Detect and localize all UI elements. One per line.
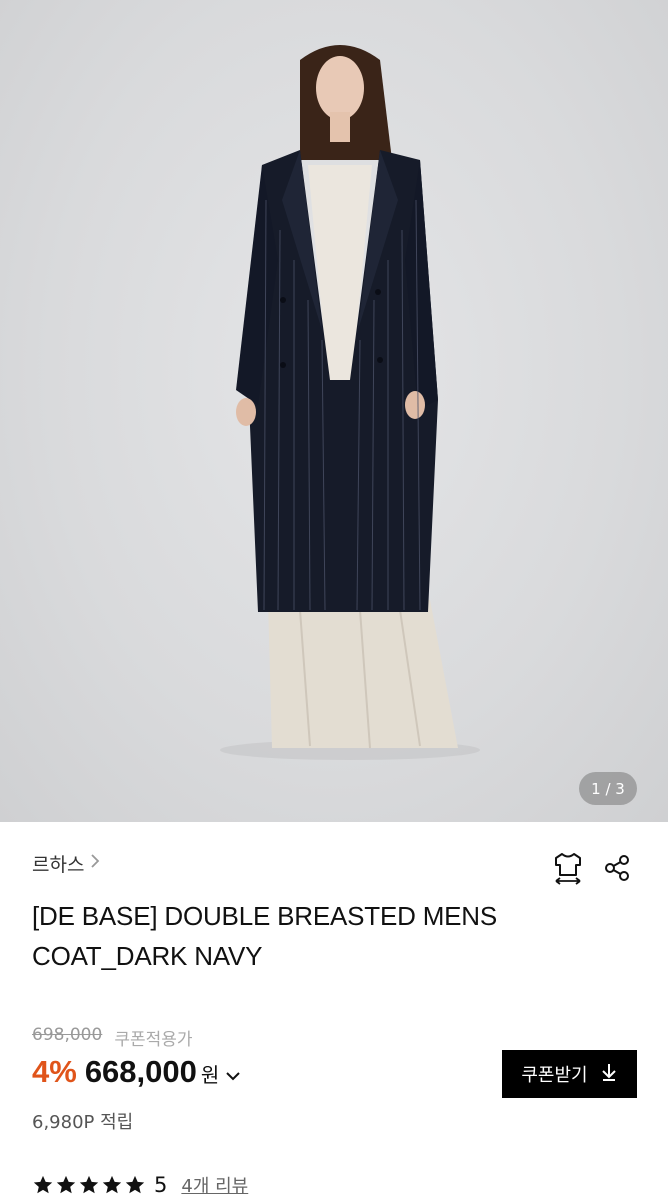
star-icon: [102, 1175, 122, 1194]
brand-link[interactable]: 르하스: [32, 850, 100, 877]
star-icon: [56, 1175, 76, 1194]
price-row[interactable]: 4% 668,000 원: [32, 1054, 241, 1090]
product-image[interactable]: 1 / 3: [0, 0, 668, 822]
reward-points: 6,980P 적립: [32, 1112, 134, 1133]
currency-label: 원: [200, 1063, 220, 1087]
share-icon[interactable]: [600, 850, 634, 886]
coupon-price-note: 쿠폰적용가: [114, 1030, 193, 1050]
coupon-button-label: 쿠폰받기: [521, 1065, 588, 1086]
rating-score: 5: [154, 1173, 168, 1197]
review-count-link[interactable]: 4개 리뷰: [181, 1172, 248, 1198]
chevron-right-icon: [90, 853, 100, 874]
star-icon: [33, 1175, 53, 1194]
original-price: 698,000: [32, 1025, 103, 1045]
star-rating: [32, 1174, 146, 1196]
sale-price: 668,000: [84, 1054, 197, 1089]
star-icon: [125, 1175, 145, 1194]
original-price-row: 698,000 쿠폰적용가: [32, 1025, 193, 1050]
image-counter: 1 / 3: [579, 772, 637, 805]
discount-rate: 4%: [32, 1054, 77, 1089]
product-title: [DE BASE] DOUBLE BREASTED MENS COAT_DARK…: [32, 901, 498, 971]
chevron-down-icon[interactable]: [225, 1067, 241, 1086]
rating-row[interactable]: 5 4개 리뷰: [32, 1172, 248, 1198]
download-arrow-icon: [600, 1062, 618, 1087]
model-photo: [220, 45, 480, 760]
star-icon: [79, 1175, 99, 1194]
size-guide-shirt-icon[interactable]: [551, 850, 585, 886]
coupon-download-button[interactable]: 쿠폰받기: [502, 1050, 637, 1098]
brand-name: 르하스: [32, 854, 85, 876]
